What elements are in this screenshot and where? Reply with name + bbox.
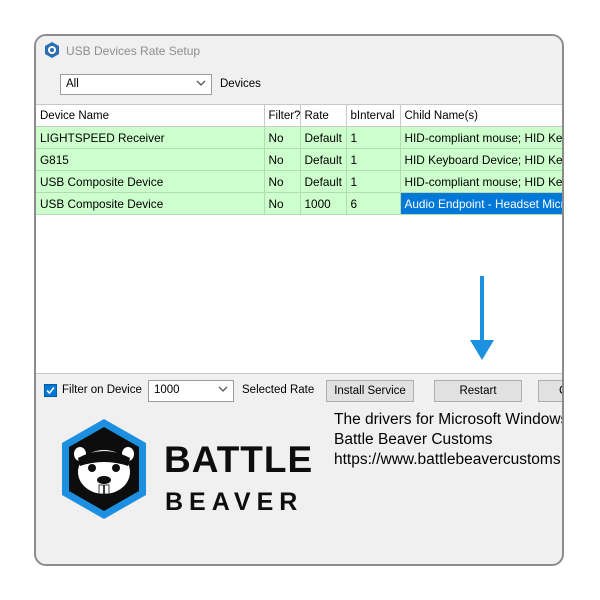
title-bar: USB Devices Rate Setup	[36, 36, 562, 66]
app-icon	[45, 42, 59, 58]
cell-rate[interactable]: Default	[300, 126, 347, 149]
cell-binterval[interactable]: 1	[346, 170, 401, 193]
cell-device-name[interactable]: G815	[36, 148, 265, 171]
cell-device-name[interactable]: USB Composite Device	[36, 192, 265, 215]
selected-rate-label: Selected Rate	[242, 384, 315, 396]
checkmark-icon	[46, 386, 55, 395]
rate-select[interactable]: 1000	[148, 380, 234, 402]
table-row[interactable]: G815 No Default 1 HID Keyboard Device; H…	[36, 148, 562, 171]
device-filter-select[interactable]: All	[60, 74, 212, 95]
column-header-binterval[interactable]: bInterval	[346, 105, 401, 127]
install-service-button[interactable]: Install Service	[326, 380, 414, 402]
window-title: USB Devices Rate Setup	[66, 44, 201, 58]
rate-select-value: 1000	[154, 384, 180, 396]
cell-child-names[interactable]: HID-compliant mouse; HID Keyboard	[400, 170, 562, 193]
table-row[interactable]: LIGHTSPEED Receiver No Default 1 HID-com…	[36, 126, 562, 149]
table-header-row: Device Name Filter? Rate bInterval Child…	[36, 105, 562, 127]
logo-text-beaver: BEAVER	[165, 488, 303, 516]
cell-filter[interactable]: No	[264, 126, 301, 149]
column-header-child-names[interactable]: Child Name(s)	[400, 105, 562, 127]
cell-rate[interactable]: 1000	[300, 192, 347, 215]
devices-label: Devices	[220, 78, 261, 90]
cell-binterval[interactable]: 1	[346, 148, 401, 171]
cell-filter[interactable]: No	[264, 148, 301, 171]
chevron-down-icon	[196, 80, 206, 86]
filter-on-device-checkbox[interactable]	[44, 384, 57, 397]
close-button-partial[interactable]: C	[538, 380, 562, 402]
info-text: The drivers for Microsoft Windows Battle…	[334, 410, 564, 470]
cell-rate[interactable]: Default	[300, 148, 347, 171]
table-row[interactable]: USB Composite Device No 1000 6 Audio End…	[36, 192, 562, 215]
cell-binterval[interactable]: 6	[346, 192, 401, 215]
column-header-device-name[interactable]: Device Name	[36, 105, 265, 127]
device-filter-value: All	[66, 78, 79, 90]
table-row[interactable]: USB Composite Device No Default 1 HID-co…	[36, 170, 562, 193]
cell-child-names[interactable]: HID-compliant mouse; HID Keyboard	[400, 126, 562, 149]
logo-text-battle: BATTLE	[164, 439, 313, 480]
restart-button[interactable]: Restart	[434, 380, 522, 402]
cell-device-name[interactable]: LIGHTSPEED Receiver	[36, 126, 265, 149]
cell-binterval[interactable]: 1	[346, 126, 401, 149]
chevron-down-icon	[218, 386, 228, 392]
cell-filter[interactable]: No	[264, 170, 301, 193]
info-line-company: Battle Beaver Customs	[334, 431, 493, 448]
arrow-down-icon	[470, 276, 494, 360]
app-window: USB Devices Rate Setup All Devices Devic…	[34, 34, 564, 566]
cell-filter[interactable]: No	[264, 192, 301, 215]
cell-child-names-selected[interactable]: Audio Endpoint - Headset Microphone	[400, 192, 562, 215]
column-header-filter[interactable]: Filter?	[264, 105, 301, 127]
battle-beaver-logo: BATTLE BEAVER	[62, 419, 313, 519]
cell-device-name[interactable]: USB Composite Device	[36, 170, 265, 193]
cell-child-names[interactable]: HID Keyboard Device; HID Keyboard	[400, 148, 562, 171]
info-line-url[interactable]: https://www.battlebeavercustoms	[334, 450, 562, 470]
cell-rate[interactable]: Default	[300, 170, 347, 193]
filter-on-device-label[interactable]: Filter on Device	[62, 384, 142, 396]
info-line-drivers: The drivers for Microsoft Windows	[334, 411, 564, 428]
column-header-rate[interactable]: Rate	[300, 105, 347, 127]
